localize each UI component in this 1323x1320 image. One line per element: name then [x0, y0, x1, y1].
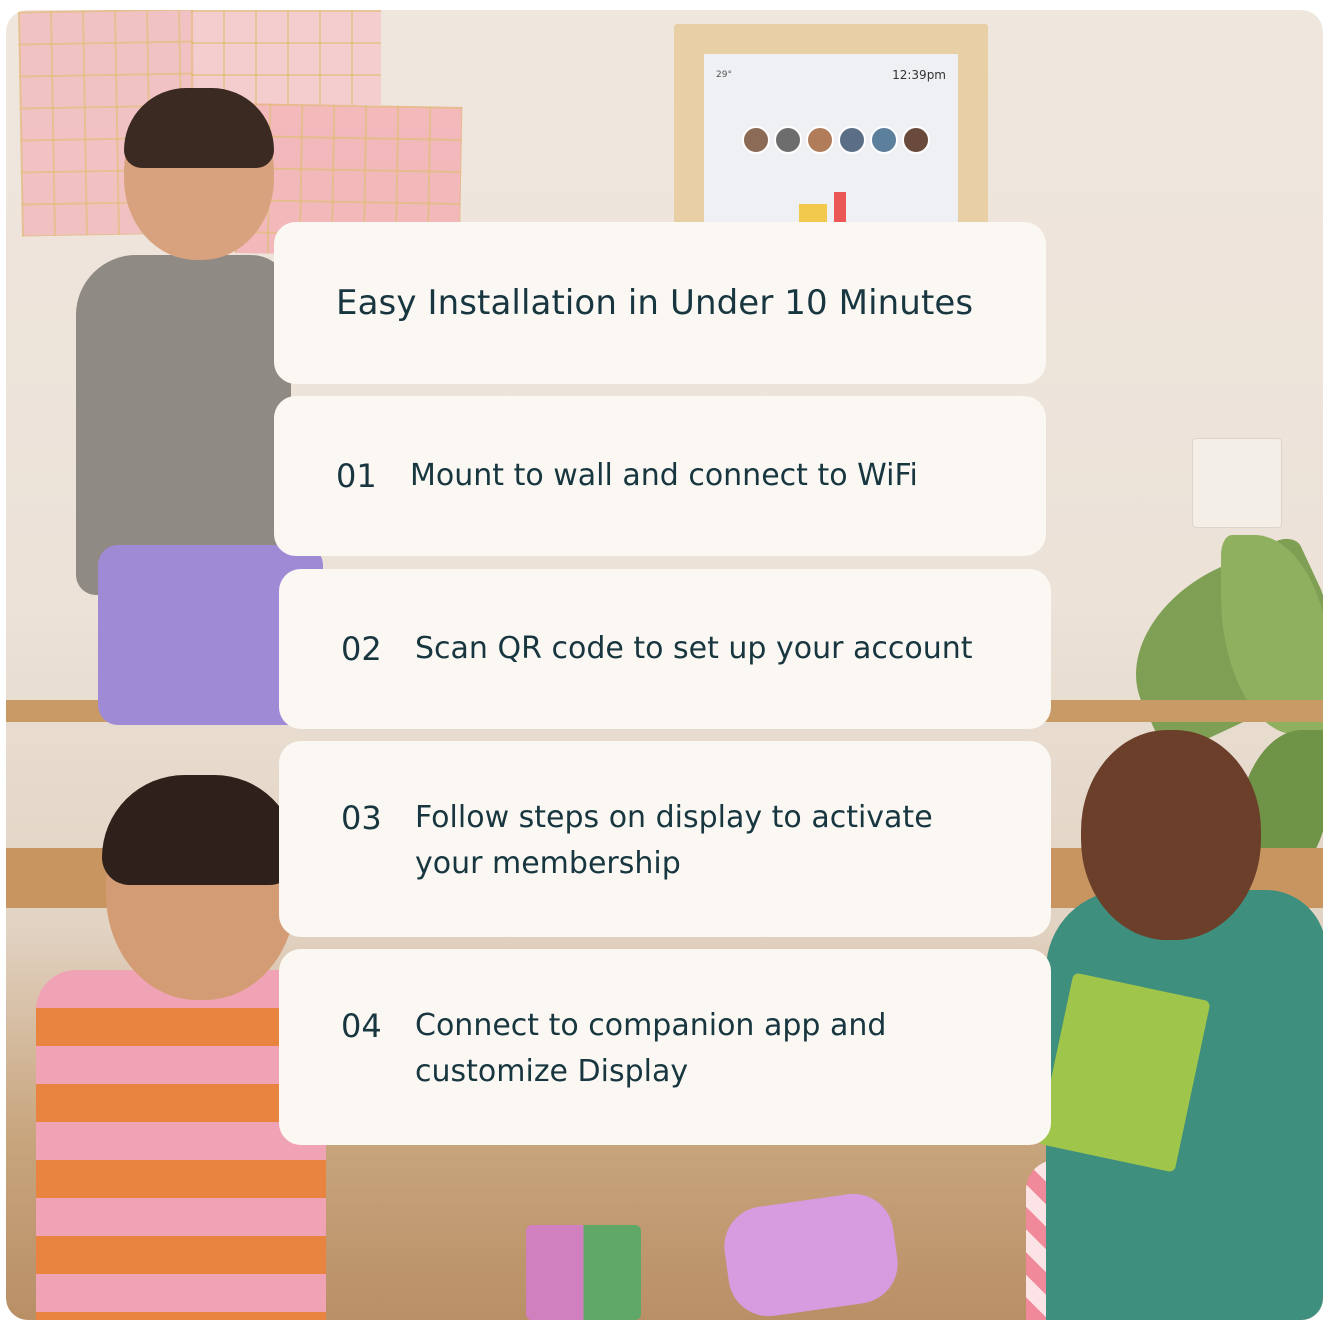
- step-card: 03 Follow steps on display to activate y…: [279, 741, 1051, 937]
- step-number: 02: [341, 630, 382, 668]
- step-text: Connect to companion app and customize D…: [415, 1008, 887, 1089]
- calendar-event-block: [799, 204, 827, 224]
- avatar: [870, 126, 898, 154]
- step-number: 03: [341, 799, 382, 837]
- step-card: 02 Scan QR code to set up your account: [279, 569, 1051, 729]
- page-title: Easy Installation in Under 10 Minutes: [336, 283, 974, 323]
- title-card: Easy Installation in Under 10 Minutes: [274, 222, 1046, 384]
- toy-blocks: [526, 1225, 641, 1320]
- step-card: 04 Connect to companion app and customiz…: [279, 949, 1051, 1145]
- step-text: Mount to wall and connect to WiFi: [410, 458, 918, 493]
- child-figure: [102, 775, 297, 885]
- avatar: [902, 126, 930, 154]
- wall-outlet: [1192, 438, 1282, 528]
- step-text: Scan QR code to set up your account: [415, 631, 973, 666]
- avatar: [742, 126, 770, 154]
- step-card: 01 Mount to wall and connect to WiFi: [274, 396, 1046, 556]
- step-number: 04: [341, 1007, 382, 1045]
- calendar-event-block: [834, 192, 846, 224]
- display-time: 12:39pm: [892, 68, 946, 82]
- child-figure: [1081, 730, 1261, 940]
- avatar: [806, 126, 834, 154]
- child-figure: [719, 1188, 903, 1320]
- avatar: [774, 126, 802, 154]
- wall-display-screen: 29° 12:39pm: [704, 54, 958, 239]
- step-number: 01: [336, 457, 377, 495]
- child-figure: [76, 255, 291, 595]
- step-text: Follow steps on display to activate your…: [415, 800, 933, 881]
- avatar: [838, 126, 866, 154]
- display-temperature: 29°: [716, 70, 732, 80]
